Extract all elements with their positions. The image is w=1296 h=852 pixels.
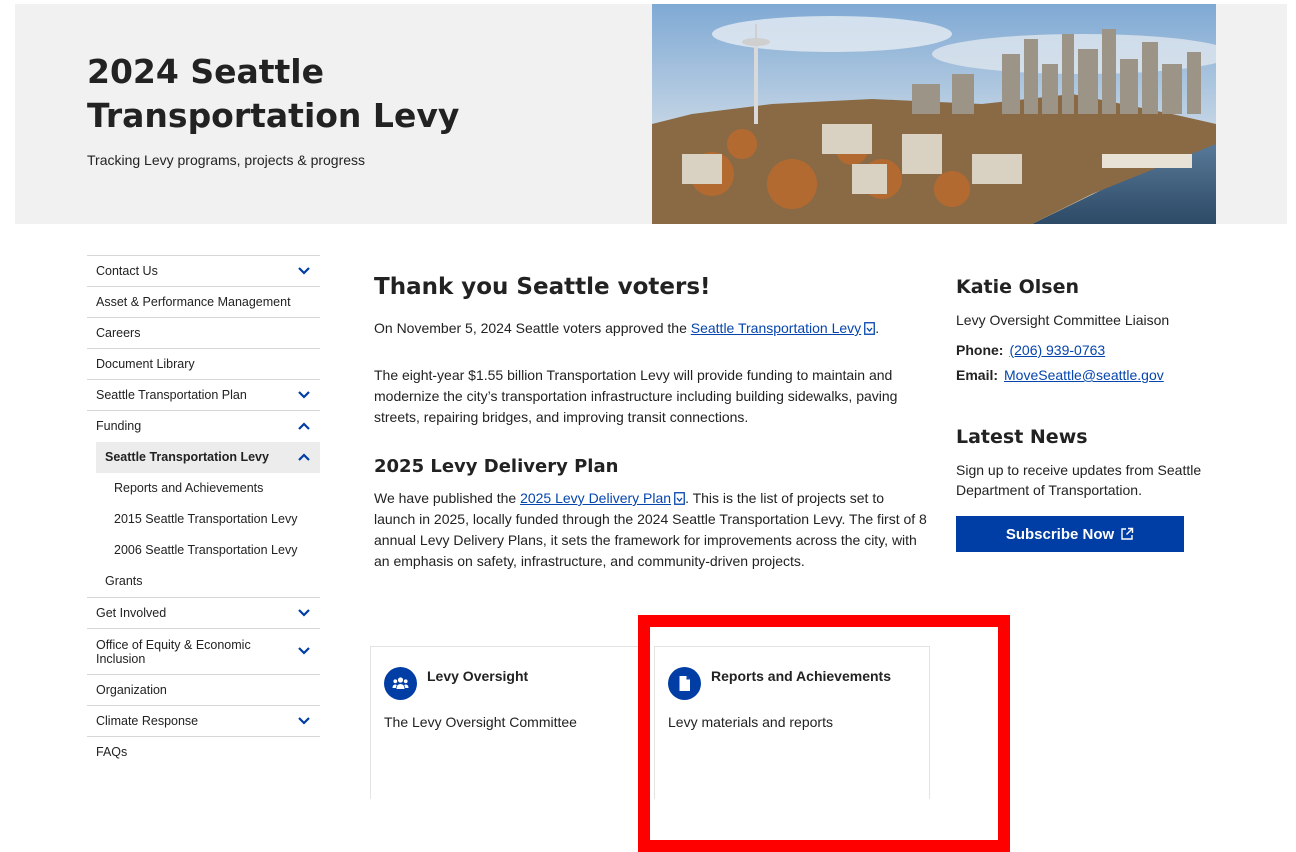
sidebar-item-get-involved[interactable]: Get Involved <box>87 598 320 629</box>
sidebar-item-label: Climate Response <box>96 714 199 728</box>
sidebar-item-label: Get Involved <box>96 606 167 620</box>
email-link[interactable]: MoveSeattle@seattle.gov <box>1004 367 1164 383</box>
sidebar-item-label: 2006 Seattle Transportation Levy <box>114 543 298 557</box>
seattle-skyline-photo <box>652 4 1216 224</box>
sidebar-item-grants[interactable]: Grants <box>87 566 320 598</box>
sidebar-item-label: Contact Us <box>96 264 158 278</box>
delivery-plan-link[interactable]: 2025 Levy Delivery Plan <box>520 490 671 506</box>
sidebar-nav: Contact Us Asset & Performance Managemen… <box>87 255 320 768</box>
levy-link[interactable]: Seattle Transportation Levy <box>691 320 861 336</box>
chevron-up-icon[interactable] <box>298 452 310 462</box>
main-heading: Thank you Seattle voters! <box>374 274 711 300</box>
sidebar-item-label: Seattle Transportation Plan <box>96 388 247 402</box>
external-link-icon <box>1121 527 1134 540</box>
sidebar-item-climate-response[interactable]: Climate Response <box>87 706 320 737</box>
sidebar-item-label: Asset & Performance Management <box>96 295 291 309</box>
subscribe-label: Subscribe Now <box>1005 525 1115 543</box>
sidebar-item-careers[interactable]: Careers <box>87 318 320 349</box>
sidebar-item-2015-levy[interactable]: 2015 Seattle Transportation Levy <box>87 504 320 535</box>
sidebar-item-label: FAQs <box>96 745 128 759</box>
sidebar-item-2006-levy[interactable]: 2006 Seattle Transportation Levy <box>87 535 320 566</box>
chevron-down-icon[interactable] <box>298 716 310 726</box>
people-icon <box>384 667 417 700</box>
latest-news-text: Sign up to receive updates from Seattle … <box>956 462 1202 498</box>
sidebar-item-reports-achievements[interactable]: Reports and Achievements <box>87 473 320 504</box>
sidebar-item-office-of-equity[interactable]: Office of Equity & Economic Inclusion <box>87 629 320 675</box>
sidebar-item-label: Seattle Transportation Levy <box>105 450 269 464</box>
card-reports-achievements[interactable]: Reports and Achievements Levy materials … <box>654 646 930 799</box>
delivery-plan-heading: 2025 Levy Delivery Plan <box>374 456 619 477</box>
card-description: The Levy Oversight Committee <box>384 714 577 730</box>
card-title[interactable]: Reports and Achievements <box>711 668 891 684</box>
document-icon <box>668 667 701 700</box>
hero-banner: 2024 Seattle Transportation Levy Trackin… <box>15 4 1287 224</box>
sidebar-item-label: Reports and Achievements <box>114 481 264 495</box>
sidebar-item-label: Office of Equity & Economic Inclusion <box>96 638 251 666</box>
sidebar-item-label: Document Library <box>96 357 195 371</box>
sidebar-item-label: Organization <box>96 683 167 697</box>
sidebar-item-asset-performance[interactable]: Asset & Performance Management <box>87 287 320 318</box>
card-title[interactable]: Levy Oversight <box>427 668 528 684</box>
sidebar-item-funding[interactable]: Funding <box>87 411 320 442</box>
contact-email-line: Email: MoveSeattle@seattle.gov <box>956 367 1164 383</box>
page-subtitle: Tracking Levy programs, projects & progr… <box>87 152 366 168</box>
card-description: Levy materials and reports <box>668 714 833 730</box>
sidebar-item-seattle-transportation-levy[interactable]: Seattle Transportation Levy <box>96 442 320 473</box>
phone-link[interactable]: (206) 939-0763 <box>1009 342 1105 358</box>
subscribe-button[interactable]: Subscribe Now <box>956 516 1184 552</box>
delivery-plan-paragraph: We have published the 2025 Levy Delivery… <box>374 488 929 572</box>
external-document-icon[interactable] <box>864 322 876 335</box>
contact-phone-line: Phone: (206) 939-0763 <box>956 342 1105 358</box>
phone-label: Phone: <box>956 342 1004 358</box>
sidebar-item-organization[interactable]: Organization <box>87 675 320 706</box>
sidebar-item-label: 2015 Seattle Transportation Levy <box>114 512 298 526</box>
sidebar-item-label: Funding <box>96 419 142 433</box>
sidebar-item-document-library[interactable]: Document Library <box>87 349 320 380</box>
card-levy-oversight[interactable]: Levy Oversight The Levy Oversight Commit… <box>370 646 639 799</box>
contact-role: Levy Oversight Committee Liaison <box>956 312 1170 328</box>
latest-news-heading: Latest News <box>956 426 1088 448</box>
chevron-down-icon[interactable] <box>298 608 310 618</box>
external-document-icon[interactable] <box>674 492 685 505</box>
sidebar-item-faqs[interactable]: FAQs <box>87 737 320 768</box>
intro-suffix: . <box>875 320 880 336</box>
chevron-down-icon[interactable] <box>298 646 310 656</box>
email-label: Email: <box>956 367 999 383</box>
sidebar-item-contact-us[interactable]: Contact Us <box>87 256 320 287</box>
contact-name: Katie Olsen <box>956 276 1080 298</box>
delivery-text: We have published the <box>374 490 521 506</box>
intro-paragraph: On November 5, 2024 Seattle voters appro… <box>374 318 879 339</box>
chevron-down-icon[interactable] <box>298 266 310 276</box>
page-title: 2024 Seattle Transportation Levy <box>87 52 460 135</box>
sidebar-item-label: Careers <box>96 326 141 340</box>
sidebar-item-label: Grants <box>105 574 143 588</box>
levy-description: The eight-year $1.55 billion Transportat… <box>374 367 898 425</box>
intro-text: On November 5, 2024 Seattle voters appro… <box>374 320 691 336</box>
chevron-down-icon[interactable] <box>298 390 310 400</box>
sidebar-item-seattle-transportation-plan[interactable]: Seattle Transportation Plan <box>87 380 320 411</box>
chevron-up-icon[interactable] <box>298 421 310 431</box>
